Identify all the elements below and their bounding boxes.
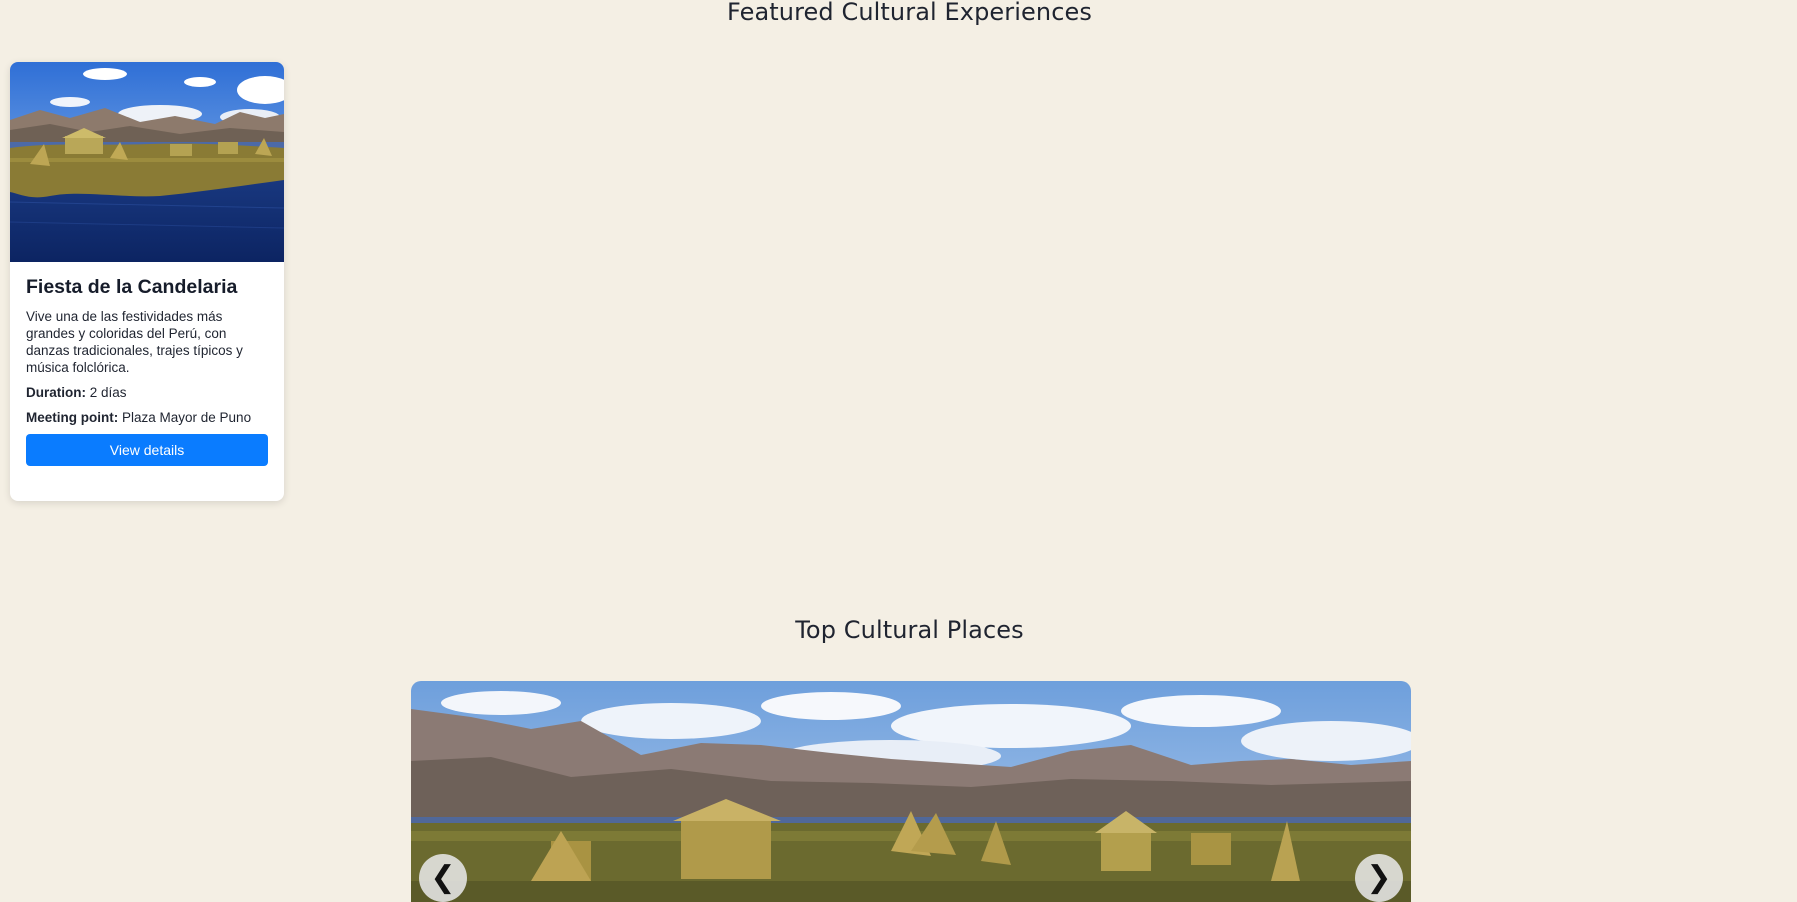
places-carousel[interactable]: ❮ ❯: [411, 681, 1411, 902]
carousel-prev-button[interactable]: ❮: [419, 854, 467, 902]
view-details-button[interactable]: View details: [26, 434, 268, 466]
places-section-title: Top Cultural Places: [795, 616, 1024, 644]
experience-card-duration: Duration: 2 días: [26, 384, 268, 401]
meeting-point-value: Plaza Mayor de Puno: [122, 410, 252, 425]
experience-card-image: [10, 62, 284, 262]
meeting-point-label: Meeting point:: [26, 410, 119, 425]
carousel-slide-image: [411, 681, 1411, 902]
carousel-next-button[interactable]: ❯: [1355, 854, 1403, 902]
page: Featured Cultural Experiences Fiesta de …: [0, 0, 1797, 902]
experience-card-meeting-point: Meeting point: Plaza Mayor de Puno: [26, 409, 268, 426]
experience-card-body: Fiesta de la Candelaria Vive una de las …: [10, 262, 284, 466]
duration-value: 2 días: [89, 385, 127, 400]
experience-card[interactable]: Fiesta de la Candelaria Vive una de las …: [10, 62, 284, 501]
experience-card-title: Fiesta de la Candelaria: [26, 276, 238, 298]
featured-section-title: Featured Cultural Experiences: [727, 0, 1092, 26]
duration-label: Duration:: [26, 385, 86, 400]
experience-card-description: Vive una de las festividades más grandes…: [26, 309, 243, 375]
